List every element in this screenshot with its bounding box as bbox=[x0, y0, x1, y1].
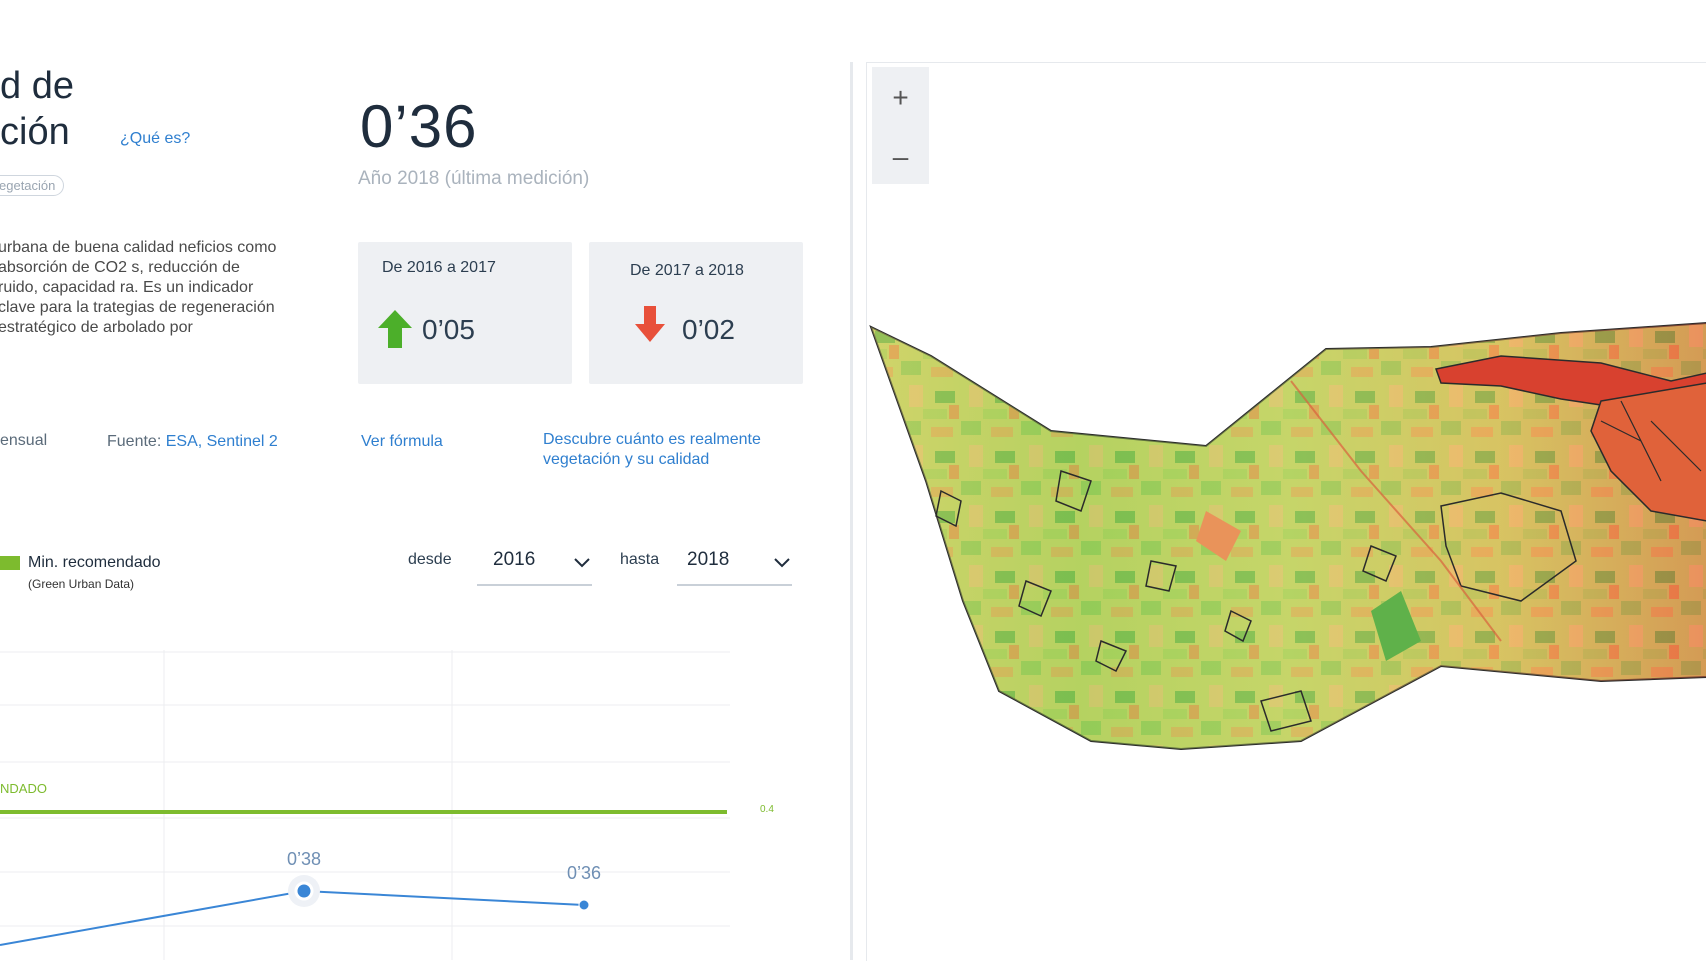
category-tag[interactable]: egetación bbox=[0, 175, 65, 196]
to-year-select[interactable]: 2018 bbox=[677, 546, 792, 586]
change-card-value: 0’02 bbox=[682, 314, 735, 345]
reference-line-label: NDADO bbox=[0, 781, 47, 796]
change-card-label: De 2017 a 2018 bbox=[630, 262, 744, 279]
map-panel[interactable]: + – bbox=[866, 62, 1706, 961]
data-point bbox=[578, 899, 590, 911]
vegetation-map[interactable] bbox=[867, 63, 1706, 961]
panel-divider bbox=[850, 62, 853, 960]
change-card-2016-2017: De 2016 a 2017 0’05 bbox=[358, 242, 572, 384]
formula-link[interactable]: Ver fórmula bbox=[361, 432, 443, 452]
current-value-subtitle: Año 2018 (última medición) bbox=[358, 168, 590, 189]
line-chart: NDADO 0.4 0’38 0’36 bbox=[0, 650, 774, 960]
legend-sublabel: (Green Urban Data) bbox=[28, 577, 135, 591]
frequency-label: ensual bbox=[0, 432, 48, 449]
indicator-title-line1: d de bbox=[0, 65, 74, 107]
discover-link[interactable]: Descubre cuánto es realmente vegetación … bbox=[543, 430, 803, 470]
data-label: 0’38 bbox=[287, 849, 321, 869]
data-point bbox=[294, 881, 314, 901]
source-link[interactable]: ESA, Sentinel 2 bbox=[166, 433, 278, 450]
from-year-value: 2016 bbox=[493, 549, 536, 570]
legend-label: Min. recomendado bbox=[28, 554, 161, 571]
legend-swatch bbox=[0, 556, 20, 570]
source-label: Fuente: bbox=[107, 433, 162, 450]
reference-line-value: 0.4 bbox=[760, 804, 774, 815]
zoom-control: + – bbox=[872, 67, 929, 184]
data-label: 0’36 bbox=[567, 863, 601, 883]
to-year-value: 2018 bbox=[687, 549, 730, 570]
current-value: 0’36 bbox=[360, 93, 478, 160]
change-card-value: 0’05 bbox=[422, 314, 475, 345]
to-label: hasta bbox=[620, 551, 660, 568]
change-card-label: De 2016 a 2017 bbox=[382, 259, 496, 276]
source-row: Fuente: ESA, Sentinel 2 bbox=[107, 432, 278, 452]
chevron-down-icon bbox=[774, 558, 790, 568]
arrow-down-icon bbox=[635, 306, 665, 342]
zoom-in-button[interactable]: + bbox=[872, 67, 929, 129]
from-year-select[interactable]: 2016 bbox=[477, 546, 592, 586]
from-label: desde bbox=[408, 551, 452, 568]
change-card-2017-2018: De 2017 a 2018 0’02 bbox=[589, 242, 803, 384]
indicator-title-line2: ción bbox=[0, 111, 70, 153]
arrow-up-icon bbox=[378, 310, 412, 348]
zoom-out-button[interactable]: – bbox=[872, 129, 929, 184]
chevron-down-icon bbox=[574, 558, 590, 568]
indicator-description: urbana de buena calidad neficios como ab… bbox=[0, 239, 277, 336]
que-es-link[interactable]: ¿Qué es? bbox=[120, 130, 190, 148]
